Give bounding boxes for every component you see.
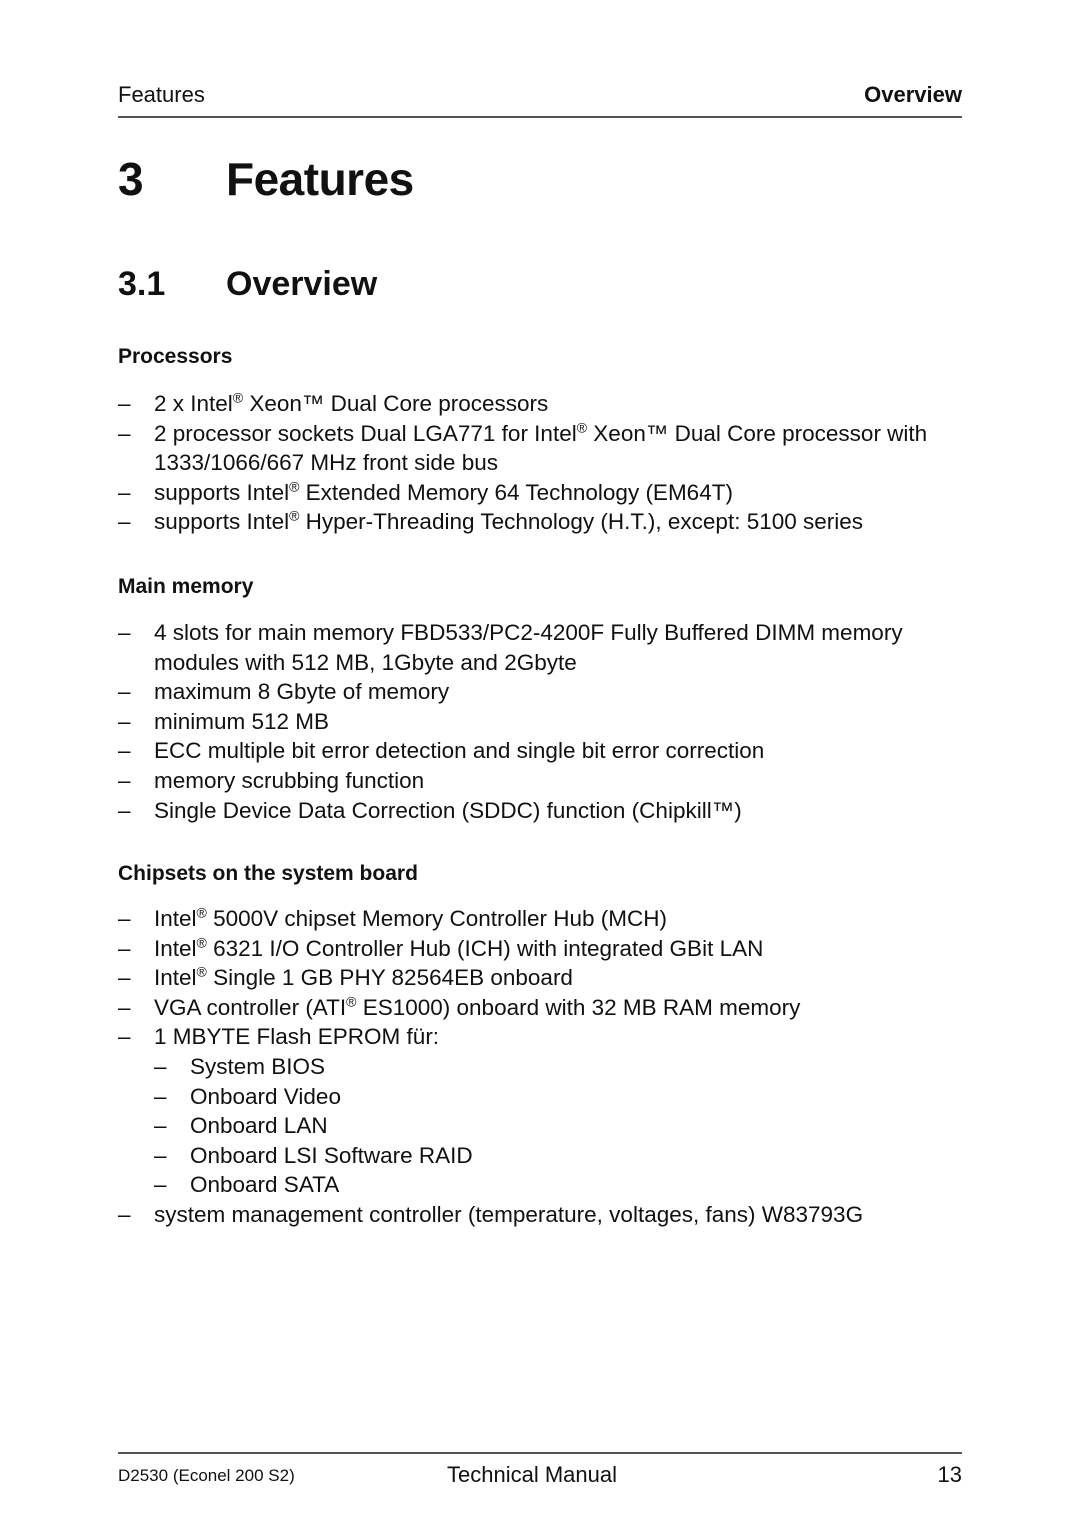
dash-bullet-icon: – [118, 679, 131, 705]
list-item: –2 x Intel® Xeon™ Dual Core processors [118, 389, 978, 419]
item-text: maximum 8 Gbyte of memory [154, 679, 450, 705]
item-text: 4 slots for main memory FBD533/PC2-4200F… [154, 620, 903, 675]
item-text: Intel [154, 965, 197, 991]
section-title: 3.1 Overview [118, 265, 377, 304]
item-text: Single 1 GB PHY 82564EB onboard [206, 965, 573, 991]
item-text: Intel [154, 935, 197, 961]
page-number: 13 [937, 1462, 962, 1487]
list-item: – minimum 512 MB [118, 707, 978, 737]
group-list: –2 x Intel® Xeon™ Dual Core processors –2… [118, 389, 978, 537]
header-chapter: Features [118, 82, 205, 107]
footer-product-code: D2530 (Econel 200 S2) [118, 1466, 295, 1485]
item-text: memory scrubbing function [154, 767, 425, 793]
group-heading: Processors [118, 345, 233, 368]
dash-bullet-icon: – [118, 708, 131, 734]
chapter-title: 3 Features [118, 152, 414, 206]
dash-bullet-icon: – [118, 420, 131, 446]
group-list: – Intel® 5000V chipset Memory Controller … [118, 904, 978, 1230]
dash-bullet-icon: – [118, 738, 131, 764]
sub-list-item: – Onboard SATA [154, 1170, 978, 1200]
item-text: Onboard LSI Software RAID [190, 1142, 473, 1168]
registered-mark: ® [576, 419, 588, 436]
running-footer: D2530 (Econel 200 S2) Technical Manual 1… [118, 1452, 962, 1494]
sub-list-item: – Onboard Video [154, 1082, 978, 1112]
item-text: Onboard SATA [190, 1172, 340, 1198]
registered-mark: ® [196, 934, 207, 951]
group-heading: Main memory [118, 575, 254, 598]
chapter-number: 3 [118, 153, 144, 205]
dash-bullet-icon: – [154, 1113, 167, 1139]
registered-mark: ® [196, 904, 207, 921]
group-heading: Chipsets on the system board [118, 862, 418, 885]
item-text: 2 processor sockets Dual LGA771 for Inte… [154, 420, 577, 446]
dash-bullet-icon: – [154, 1083, 167, 1109]
dash-bullet-icon: – [154, 1142, 167, 1168]
dash-bullet-icon: – [118, 1024, 131, 1050]
item-text: System BIOS [190, 1053, 326, 1079]
item-text: 1 MBYTE Flash EPROM für: [154, 1024, 440, 1050]
list-item: – system management controller (temperatu… [118, 1200, 978, 1230]
footer-manual-title: Technical Manual [447, 1462, 617, 1487]
sub-list-item: – System BIOS [154, 1052, 978, 1082]
item-text: Onboard Video [190, 1083, 341, 1109]
list-item: – maximum 8 Gbyte of memory [118, 677, 978, 707]
item-text: VGA controller (ATI [154, 994, 347, 1020]
item-text: supports Intel [154, 479, 290, 505]
item-text: Onboard LAN [190, 1113, 328, 1139]
list-item: – Intel® 6321 I/O Controller Hub (ICH) wi… [118, 934, 978, 964]
registered-mark: ® [289, 507, 300, 524]
list-item: – Intel® Single 1 GB PHY 82564EB onboard [118, 963, 978, 993]
item-text: Intel [154, 906, 197, 931]
item-text: Single Device Data Correction (SDDC) fun… [154, 797, 742, 823]
running-header: Features Overview [118, 82, 962, 118]
item-text: Xeon™ Dual Core processors [243, 391, 549, 416]
header-section: Overview [864, 82, 962, 107]
dash-bullet-icon: – [154, 1053, 167, 1079]
dash-bullet-icon: – [118, 509, 131, 535]
dash-bullet-icon: – [118, 620, 131, 645]
registered-mark: ® [196, 963, 207, 980]
list-item: – supports Intel® Extended Memory 64 Tech… [118, 478, 978, 508]
dash-bullet-icon: – [118, 767, 131, 793]
section-name: Overview [226, 265, 378, 303]
sub-list-item: – Onboard LAN [154, 1111, 978, 1141]
registered-mark: ® [232, 389, 244, 406]
list-item: – ECC multiple bit error detection and si… [118, 736, 978, 766]
chapter-name: Features [226, 153, 414, 205]
sub-list-item: – Onboard LSI Software RAID [154, 1141, 978, 1171]
group-list: –4 slots for main memory FBD533/PC2-4200… [118, 618, 978, 825]
item-text: Hyper-Threading Technology (H.T.), excep… [299, 509, 864, 535]
item-text: 5000V chipset Memory Controller Hub (MCH… [206, 906, 668, 931]
list-item: –2 processor sockets Dual LGA771 for Int… [118, 419, 978, 478]
dash-bullet-icon: – [118, 1201, 131, 1227]
dash-bullet-icon: – [118, 479, 131, 505]
dash-bullet-icon: – [118, 994, 131, 1020]
dash-bullet-icon: – [118, 906, 131, 931]
list-item: – Single Device Data Correction (SDDC) fu… [118, 796, 978, 826]
dash-bullet-icon: – [118, 797, 131, 823]
dash-bullet-icon: – [154, 1172, 167, 1198]
list-item: – memory scrubbing function [118, 766, 978, 796]
list-item: – supports Intel® Hyper-Threading Technol… [118, 507, 978, 537]
dash-bullet-icon: – [118, 965, 131, 991]
item-text: supports Intel [154, 509, 290, 535]
registered-mark: ® [346, 993, 357, 1010]
item-text: 2 x Intel [154, 391, 233, 416]
section-number: 3.1 [118, 265, 166, 303]
dash-bullet-icon: – [118, 935, 131, 961]
item-text: ES1000) onboard with 32 MB RAM memory [356, 994, 801, 1020]
list-item: – Intel® 5000V chipset Memory Controller … [118, 904, 978, 934]
list-item: –1 MBYTE Flash EPROM für: – System BIOS – On… [118, 1022, 978, 1200]
list-item: –4 slots for main memory FBD533/PC2-4200… [118, 618, 978, 677]
registered-mark: ® [289, 478, 300, 495]
item-text: 6321 I/O Controller Hub (ICH) with integ… [206, 935, 764, 961]
item-text: minimum 512 MB [154, 708, 330, 734]
item-text: Extended Memory 64 Technology (EM64T) [299, 479, 733, 505]
sub-list: – System BIOS – Onboard Video – Onboard LAN – O… [154, 1052, 978, 1200]
list-item: – VGA controller (ATI® ES1000) onboard wi… [118, 993, 978, 1023]
item-text: system management controller (temperatur… [154, 1201, 864, 1227]
dash-bullet-icon: – [118, 391, 131, 416]
item-text: ECC multiple bit error detection and sin… [154, 738, 765, 764]
